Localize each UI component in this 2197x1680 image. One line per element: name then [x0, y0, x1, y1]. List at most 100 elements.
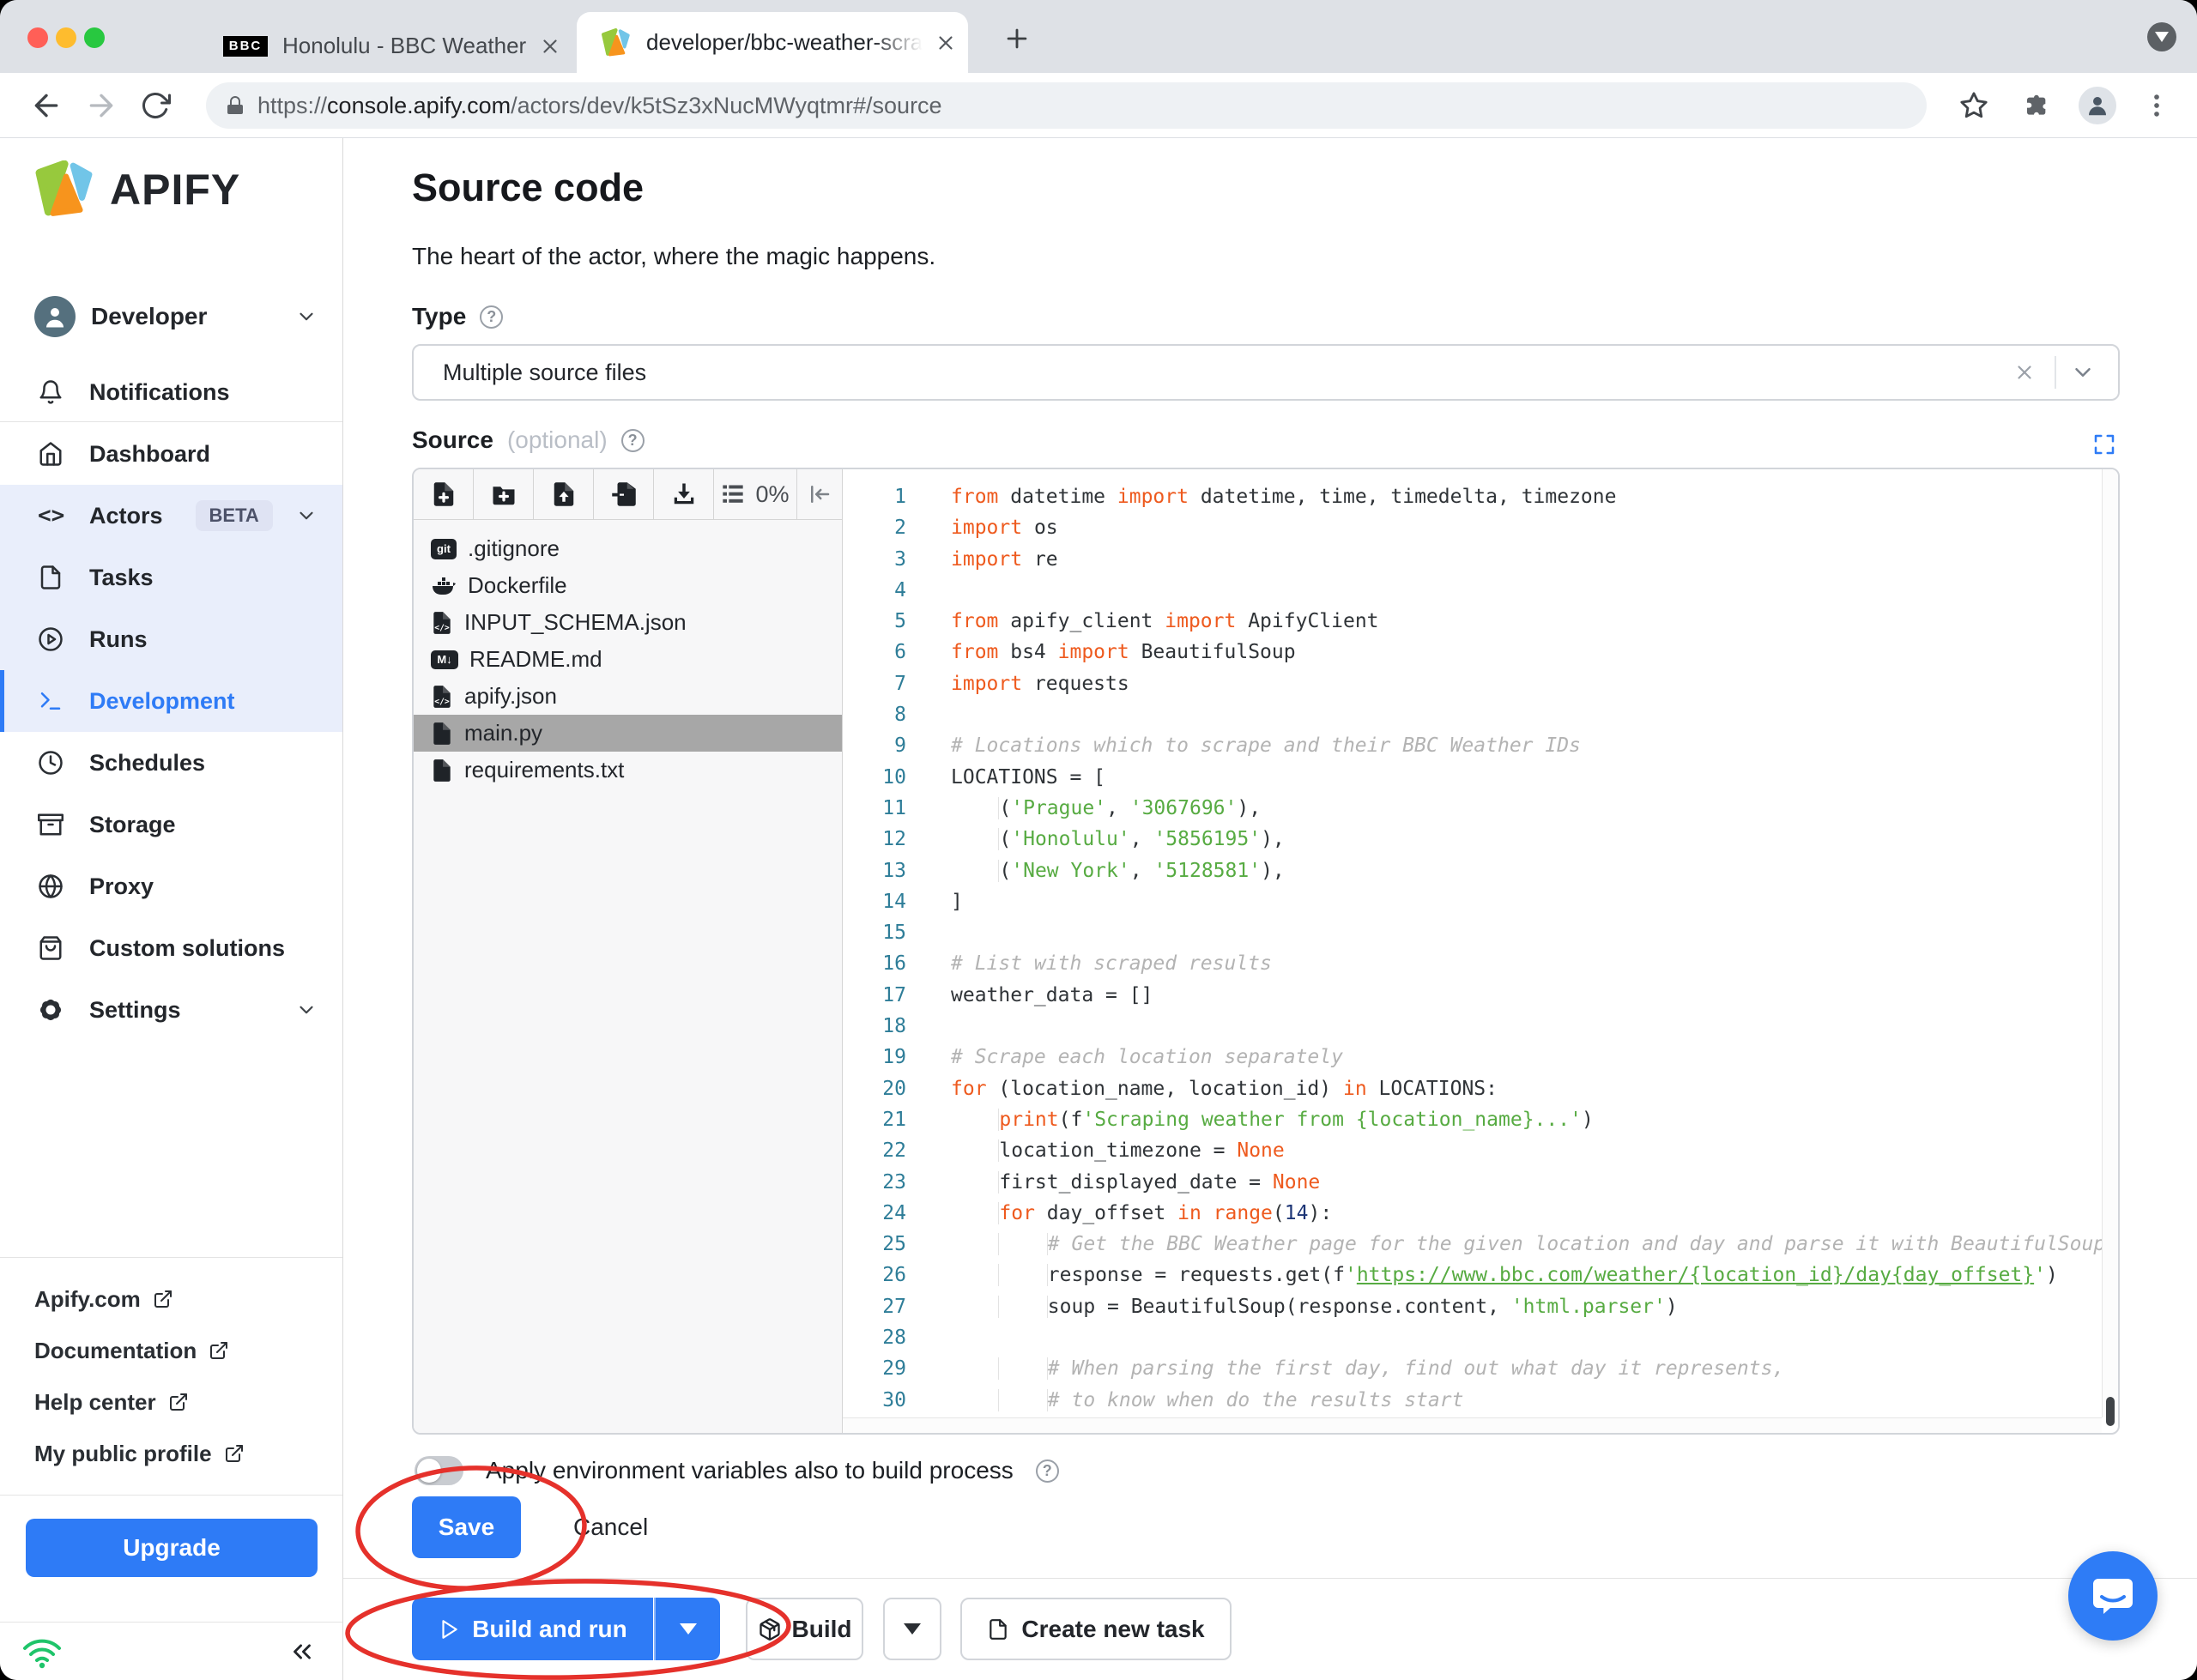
close-window-button[interactable] [27, 27, 48, 48]
file-row-apify-json[interactable]: </> apify.json [414, 678, 842, 715]
reload-button[interactable] [140, 90, 171, 121]
new-folder-button[interactable] [474, 469, 534, 519]
sidebar-item-label: Dashboard [89, 440, 211, 467]
create-new-task-button[interactable]: Create new task [960, 1598, 1232, 1660]
file-row-requirements[interactable]: requirements.txt [414, 752, 842, 789]
env-toggle-row: Apply environment variables also to buil… [415, 1456, 1059, 1485]
svg-text:</>: </> [434, 623, 450, 632]
sidebar-item-label: Actors [89, 502, 163, 529]
bookmark-star-icon[interactable] [1959, 91, 1988, 120]
save-button[interactable]: Save [412, 1496, 521, 1558]
sidebar-item-dashboard[interactable]: Dashboard [0, 423, 342, 485]
archive-box-icon [38, 812, 64, 837]
sidebar-item-storage[interactable]: Storage [0, 794, 342, 855]
sidebar-item-tasks[interactable]: Tasks [0, 547, 342, 608]
close-tab-icon[interactable] [539, 35, 561, 57]
import-file-button[interactable] [594, 469, 654, 519]
code-file-icon: </> [431, 685, 453, 709]
back-button[interactable] [29, 88, 64, 123]
wifi-icon [23, 1639, 61, 1668]
account-switcher[interactable]: Developer [0, 282, 342, 351]
bbc-favicon: BBC [223, 35, 268, 57]
help-icon[interactable]: ? [1035, 1459, 1059, 1483]
clear-selection-icon[interactable] [2013, 361, 2036, 384]
chevron-down-icon [295, 305, 318, 328]
build-dropdown[interactable] [883, 1598, 941, 1660]
collapse-sidebar-icon[interactable] [287, 1637, 317, 1666]
sidebar-item-custom-solutions[interactable]: Custom solutions [0, 917, 342, 979]
button-label: Build [791, 1615, 852, 1642]
select-chevron-icon[interactable] [2070, 360, 2096, 385]
code-brackets-icon: <> [38, 503, 65, 529]
browser-profile-avatar[interactable] [2079, 87, 2116, 124]
account-name: Developer [91, 303, 208, 329]
link-apify-com[interactable]: Apify.com [34, 1280, 342, 1318]
link-my-public-profile[interactable]: My public profile [34, 1435, 342, 1472]
address-bar[interactable]: https://console.apify.com/actors/dev/k5t… [206, 82, 1927, 129]
browser-menu-icon[interactable] [2142, 91, 2171, 120]
sidebar-item-label: Runs [89, 625, 148, 652]
file-row-dockerfile[interactable]: Dockerfile [414, 567, 842, 604]
sidebar-item-runs[interactable]: Runs [0, 608, 342, 670]
upload-file-button[interactable] [534, 469, 594, 519]
cancel-button[interactable]: Cancel [573, 1496, 648, 1558]
file-row-input-schema[interactable]: </> INPUT_SCHEMA.json [414, 604, 842, 641]
env-toggle-switch[interactable] [415, 1456, 463, 1485]
build-and-run-dropdown[interactable] [654, 1598, 720, 1660]
home-icon [38, 441, 64, 467]
chat-bubble-icon [2093, 1579, 2133, 1614]
new-tab-button[interactable] [1002, 24, 1032, 53]
forward-button[interactable] [84, 88, 118, 123]
horizontal-scrollbar[interactable] [843, 1417, 2102, 1433]
download-button[interactable] [654, 469, 714, 519]
tab-strip: BBC Honolulu - BBC Weather developer/bbc… [0, 0, 2197, 73]
link-help-center[interactable]: Help center [34, 1383, 342, 1421]
close-tab-icon[interactable] [935, 32, 957, 54]
sidebar-item-schedules[interactable]: Schedules [0, 732, 342, 794]
zoom-value: 0% [755, 480, 790, 507]
file-row-main-py[interactable]: main.py [414, 715, 842, 752]
zoom-control[interactable]: 0% [714, 469, 797, 519]
sidebar-item-label: Proxy [89, 873, 154, 899]
sidebar: APIFY Developer Notifications Dashboard [0, 138, 343, 1680]
sidebar-item-actors[interactable]: <> Actors BETA [0, 485, 342, 547]
minimize-window-button[interactable] [56, 27, 76, 48]
help-icon[interactable]: ? [620, 428, 645, 452]
tab-search-button[interactable] [2147, 22, 2176, 51]
apify-logo[interactable]: APIFY [34, 160, 240, 219]
source-type-select[interactable]: Multiple source files [412, 344, 2120, 401]
collapse-panel-icon[interactable] [797, 469, 842, 519]
file-name: .gitignore [468, 535, 560, 561]
link-label: My public profile [34, 1440, 212, 1466]
zoom-window-button[interactable] [84, 27, 105, 48]
code-lines[interactable]: 1 from datetime import datetime, time, ti… [843, 469, 2102, 1417]
sidebar-item-development[interactable]: Development [0, 670, 342, 732]
sidebar-item-proxy[interactable]: Proxy [0, 855, 342, 917]
new-file-button[interactable] [414, 469, 474, 519]
sidebar-item-settings[interactable]: Settings [0, 979, 342, 1041]
fullscreen-expand-icon[interactable] [2091, 432, 2117, 457]
vertical-scrollbar[interactable] [2102, 469, 2118, 1426]
tab-apify-console[interactable]: developer/bbc-weather-scrape [577, 12, 968, 73]
source-label-row: Source (optional) ? [412, 426, 645, 454]
sidebar-item-label: Notifications [89, 378, 230, 405]
page-subtitle: The heart of the actor, where the magic … [412, 243, 936, 269]
build-and-run-button[interactable]: Build and run [412, 1598, 653, 1660]
chat-widget-button[interactable] [2068, 1551, 2158, 1641]
tab-bbc-weather[interactable]: BBC Honolulu - BBC Weather [176, 19, 566, 73]
extensions-puzzle-icon[interactable] [2024, 92, 2051, 119]
tab-title: developer/bbc-weather-scrape [646, 29, 923, 56]
build-button[interactable]: Build [746, 1598, 863, 1660]
sidebar-item-label: Development [89, 687, 235, 714]
terminal-icon [38, 688, 64, 714]
upgrade-button[interactable]: Upgrade [26, 1519, 318, 1577]
file-row-gitignore[interactable]: git .gitignore [414, 530, 842, 567]
play-icon [442, 1619, 458, 1639]
scrollbar-thumb[interactable] [2106, 1397, 2115, 1426]
link-documentation[interactable]: Documentation [34, 1332, 342, 1369]
file-row-readme[interactable]: M↓ README.md [414, 641, 842, 678]
sidebar-item-notifications[interactable]: Notifications [0, 363, 342, 421]
caret-down-icon [904, 1623, 921, 1635]
help-icon[interactable]: ? [480, 305, 504, 329]
caret-down-icon [679, 1623, 697, 1635]
